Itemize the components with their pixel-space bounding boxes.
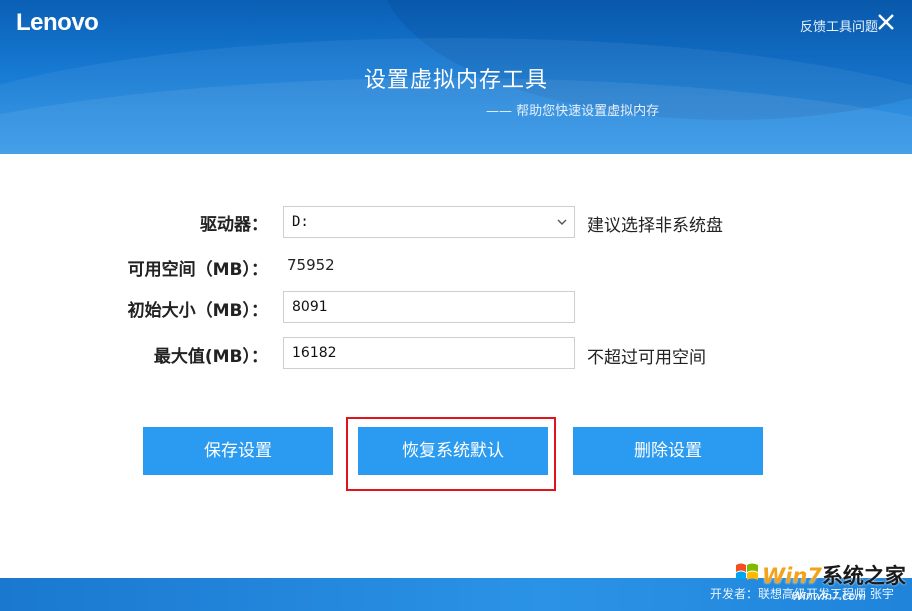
close-icon <box>878 14 894 30</box>
max-size-input[interactable]: 16182 <box>283 337 575 369</box>
header-banner: Lenovo 反馈工具问题 设置虚拟内存工具 —— 帮助您快速设置虚拟内存 <box>0 0 912 154</box>
initial-size-label: 初始大小（MB）： <box>127 301 268 321</box>
feedback-link[interactable]: 反馈工具问题 <box>800 16 878 35</box>
watermark-url: Winwin7.com <box>792 590 866 603</box>
max-size-hint: 不超过可用空间 <box>587 348 706 368</box>
watermark-brand-name: 系统之家 <box>821 564 906 588</box>
lenovo-logo: Lenovo <box>16 9 99 36</box>
free-space-value: 75952 <box>287 256 335 274</box>
close-button[interactable] <box>876 12 896 32</box>
site-watermark: Win7系统之家 Winwin7.com <box>734 556 910 611</box>
app-window: Lenovo 反馈工具问题 设置虚拟内存工具 —— 帮助您快速设置虚拟内存 驱动… <box>0 0 912 611</box>
restore-default-button[interactable]: 恢复系统默认 <box>358 427 548 475</box>
watermark-brand-win7: Win7 <box>762 564 822 588</box>
initial-size-input[interactable]: 8091 <box>283 291 575 323</box>
drive-hint: 建议选择非系统盘 <box>587 216 723 236</box>
max-size-label: 最大值(MB）： <box>153 347 268 367</box>
windows-flag-icon <box>736 563 758 580</box>
free-space-label: 可用空间（MB）： <box>127 260 268 280</box>
drive-select[interactable]: D: <box>283 206 575 238</box>
drive-select-value: D: <box>292 214 309 230</box>
delete-settings-button[interactable]: 删除设置 <box>573 427 763 475</box>
save-settings-button[interactable]: 保存设置 <box>143 427 333 475</box>
page-subtitle: —— 帮助您快速设置虚拟内存 <box>486 104 660 119</box>
watermark-brand: Win7系统之家 <box>762 560 906 590</box>
chevron-down-icon <box>557 219 567 225</box>
drive-label: 驱动器： <box>200 215 268 235</box>
page-title: 设置虚拟内存工具 <box>363 68 548 93</box>
